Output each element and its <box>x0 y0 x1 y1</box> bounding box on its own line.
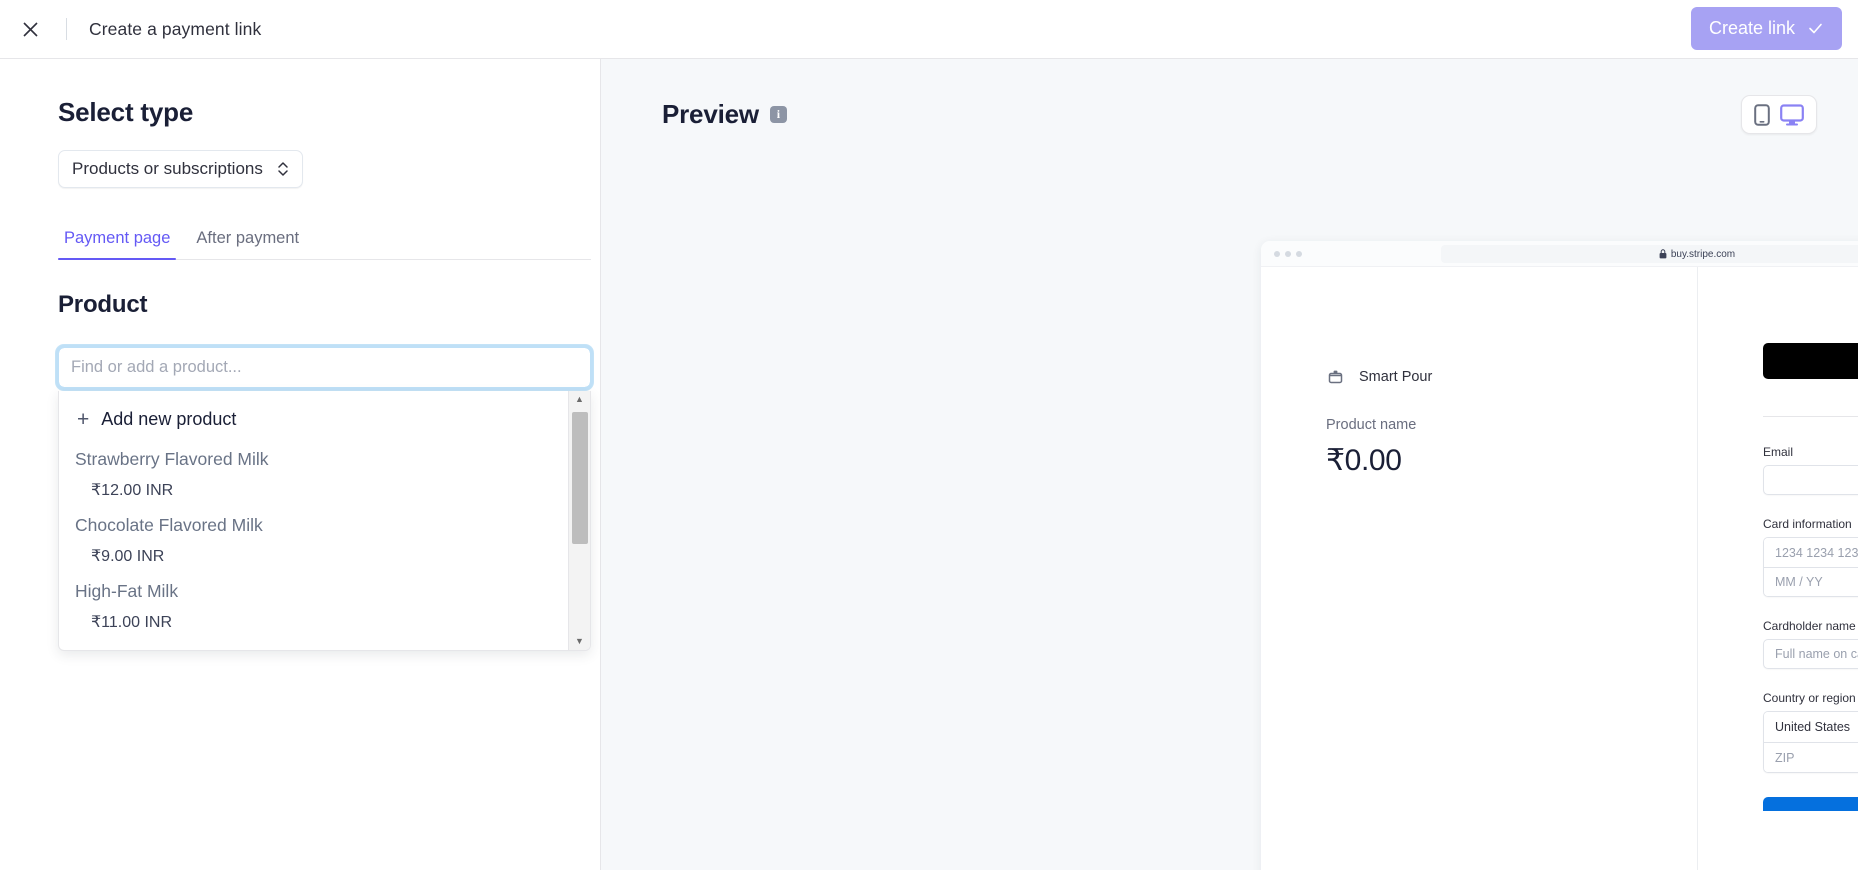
browser-url-text: buy.stripe.com <box>1670 248 1736 260</box>
store-icon <box>1326 367 1345 386</box>
mobile-icon <box>1754 103 1770 126</box>
cardholder-name-label: Cardholder name <box>1763 619 1856 633</box>
pay-button[interactable] <box>1763 797 1858 811</box>
checkout-preview-body: Smart Pour Product name ₹0.00 Pay <box>1261 267 1858 870</box>
scrollbar-track[interactable] <box>569 404 590 637</box>
tab-bar: Payment page After payment <box>58 229 591 260</box>
preview-header: Preview i <box>662 99 1858 130</box>
list-item[interactable]: Chocolate Flavored Milk <box>59 502 568 536</box>
payment-form-side: Pay Or pay with card Email Card informat… <box>1698 267 1858 870</box>
select-type-heading: Select type <box>58 97 194 127</box>
product-name-label: Product name <box>1326 417 1417 433</box>
cardholder-placeholder: Full name on card <box>1775 647 1858 661</box>
left-panel: Select type Products or subscriptions Pa… <box>0 59 601 870</box>
preview-title: Preview <box>662 99 759 129</box>
list-item[interactable]: Strawberry Flavored Milk <box>59 436 568 470</box>
window-dots <box>1274 250 1302 257</box>
info-icon[interactable]: i <box>769 106 787 123</box>
preview-panel: Preview i buy.stripe.com Smart Pour Prod… <box>601 59 1858 870</box>
or-pay-with-card-divider: Or pay with card <box>1763 409 1858 423</box>
country-value: United States <box>1775 720 1851 734</box>
dropdown-scrollbar[interactable]: ▲ ▼ <box>568 391 590 650</box>
merchant-name: Smart Pour <box>1359 368 1433 385</box>
check-icon <box>1809 23 1822 34</box>
card-information-group: 1234 1234 1234 1234 VISA AMEX DISC <box>1763 537 1858 597</box>
page-title: Create a payment link <box>89 18 262 39</box>
country-select[interactable]: United States <box>1764 712 1858 742</box>
scroll-up-icon[interactable]: ▲ <box>575 395 584 404</box>
product-dropdown-list: + Add new product Strawberry Flavored Mi… <box>59 391 568 650</box>
top-bar: Create a payment link Create link <box>0 0 1858 59</box>
email-label: Email <box>1763 445 1794 459</box>
scrollbar-thumb[interactable] <box>572 412 588 544</box>
list-item[interactable]: High-Fat Milk <box>59 568 568 602</box>
create-link-label: Create link <box>1708 18 1795 38</box>
window-dot <box>1285 250 1291 257</box>
country-label: Country or region <box>1763 691 1856 705</box>
product-price: ₹0.00 <box>1326 444 1402 477</box>
product-summary-side: Smart Pour Product name ₹0.00 <box>1261 267 1698 870</box>
window-dot <box>1274 250 1280 257</box>
zip-placeholder: ZIP <box>1775 750 1795 765</box>
product-dropdown: + Add new product Strawberry Flavored Mi… <box>58 391 591 651</box>
window-dot <box>1296 250 1302 257</box>
desktop-preview-button[interactable] <box>1780 103 1804 126</box>
merchant-row: Smart Pour <box>1326 367 1697 386</box>
add-new-product-item[interactable]: + Add new product <box>59 403 568 436</box>
card-number-field[interactable]: 1234 1234 1234 1234 VISA AMEX DISC <box>1764 538 1858 567</box>
tab-after-payment[interactable]: After payment <box>190 229 305 259</box>
mobile-preview-button[interactable] <box>1754 103 1770 126</box>
desktop-icon <box>1780 103 1804 125</box>
card-information-label: Card information <box>1763 517 1852 531</box>
add-new-product-label: Add new product <box>101 409 237 429</box>
type-select-dropdown[interactable]: Products or subscriptions <box>58 150 303 188</box>
list-item-price[interactable]: ₹9.00 INR <box>59 536 568 568</box>
type-select-value: Products or subscriptions <box>72 159 263 178</box>
product-search-input[interactable] <box>56 345 593 390</box>
card-expiry-cvc-row: MM / YY CVC 123 <box>1764 567 1858 596</box>
chevron-updown-icon <box>277 160 289 178</box>
create-link-button[interactable]: Create link <box>1690 7 1842 50</box>
close-button[interactable] <box>6 5 54 53</box>
country-zip-group: United States ZIP <box>1763 711 1858 773</box>
apple-pay-button[interactable]: Pay <box>1763 343 1858 379</box>
email-field[interactable] <box>1763 465 1858 495</box>
browser-url-bar: buy.stripe.com <box>1441 245 1858 263</box>
browser-chrome-bar: buy.stripe.com Use your domain <box>1261 241 1858 267</box>
cardholder-name-field[interactable]: Full name on card <box>1763 639 1858 669</box>
device-toggle-group <box>1741 95 1817 134</box>
list-item-price[interactable]: ₹11.00 INR <box>59 602 568 634</box>
main-content: Select type Products or subscriptions Pa… <box>0 59 1858 870</box>
close-icon <box>22 21 38 37</box>
lock-icon <box>1659 249 1667 259</box>
list-item-price[interactable]: ₹12.00 INR <box>59 470 568 502</box>
expiry-field[interactable]: MM / YY <box>1764 568 1858 597</box>
product-heading: Product <box>58 291 148 318</box>
browser-mockup: buy.stripe.com Use your domain <box>1261 241 1858 870</box>
tab-payment-page[interactable]: Payment page <box>58 229 177 260</box>
product-search-wrapper: + Add new product Strawberry Flavored Mi… <box>56 345 593 651</box>
plus-icon: + <box>77 408 90 431</box>
zip-field[interactable]: ZIP <box>1764 742 1858 772</box>
divider <box>66 18 67 40</box>
card-number-placeholder: 1234 1234 1234 1234 <box>1775 545 1858 560</box>
scroll-down-icon[interactable]: ▼ <box>575 637 584 646</box>
